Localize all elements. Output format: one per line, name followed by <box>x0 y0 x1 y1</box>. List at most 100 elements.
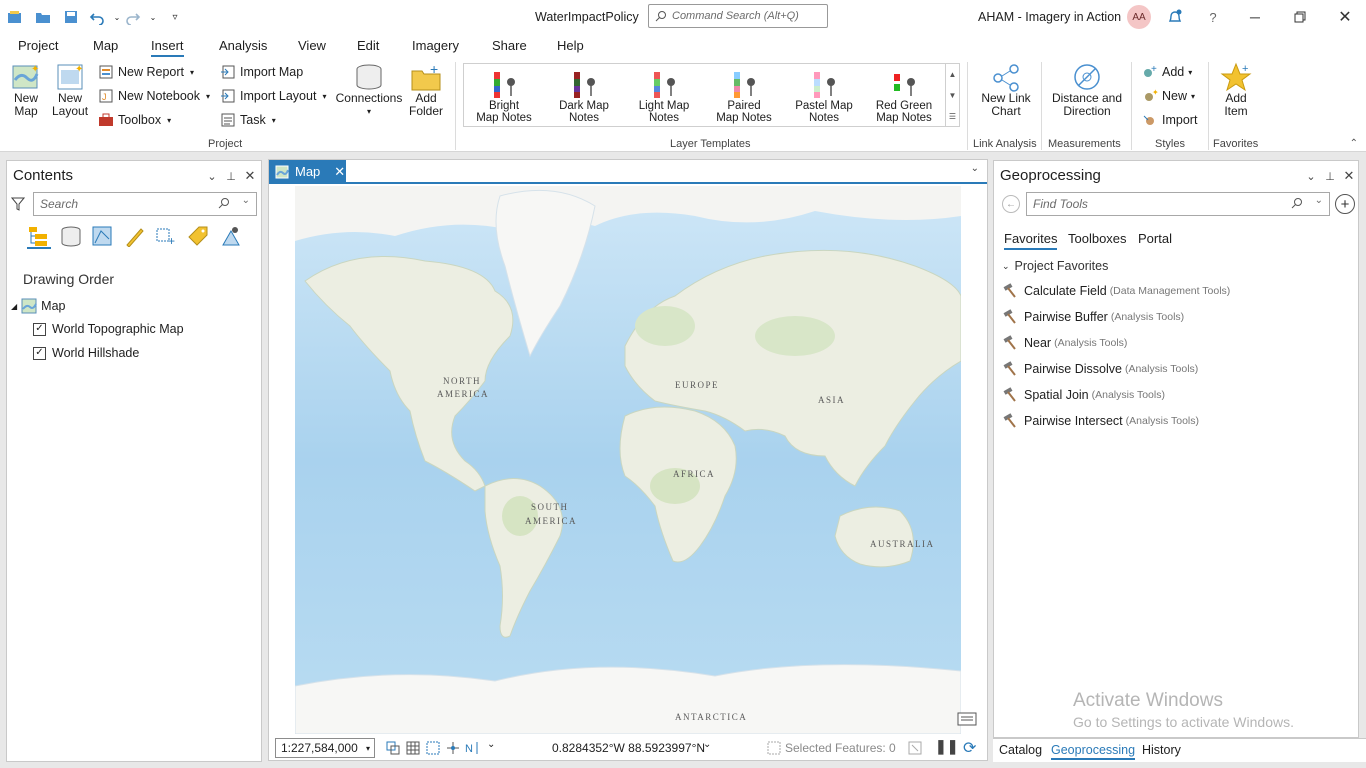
fixed-zoom-icon[interactable] <box>385 740 401 759</box>
chevron-down-icon[interactable]: ⌄ <box>1315 195 1323 206</box>
add-toolbox-icon[interactable]: + <box>1335 194 1355 214</box>
refresh-icon[interactable]: ⟳ <box>963 738 976 758</box>
import-style-button[interactable]: Import <box>1142 112 1197 128</box>
tab-share[interactable]: Share <box>492 38 527 53</box>
collapse-arrow-icon[interactable]: ◢ <box>11 302 17 311</box>
import-layout-button[interactable]: Import Layout ▾ <box>220 88 326 104</box>
close-window-icon[interactable]: ✕ <box>1336 8 1354 26</box>
task-button[interactable]: Task ▾ <box>220 112 276 128</box>
tab-edit[interactable]: Edit <box>357 38 379 53</box>
pastel-map-notes-button[interactable]: Pastel Map Notes <box>786 70 862 124</box>
new-layout-button[interactable]: ✦ New Layout <box>48 62 92 118</box>
customize-toolbar-icon[interactable]: ▿ <box>166 8 184 26</box>
close-tab-icon[interactable]: ✕ <box>334 164 345 180</box>
restore-icon[interactable] <box>1291 8 1309 26</box>
filter-icon[interactable] <box>10 197 26 211</box>
tab-catalog[interactable]: Catalog <box>999 743 1042 757</box>
coordinate-format-dropdown[interactable]: ⌄ <box>703 739 711 750</box>
find-tools-input[interactable]: Find Tools ⌄ <box>1026 192 1330 216</box>
list-by-editing-icon[interactable] <box>123 225 147 250</box>
pause-drawing-icon[interactable]: ❚❚ <box>935 738 958 755</box>
map-tree-node[interactable]: ◢ Map <box>11 298 65 314</box>
new-map-button[interactable]: ✦ New Map <box>8 62 44 118</box>
layer-visibility-checkbox[interactable]: ✓ <box>33 322 46 336</box>
new-style-button[interactable]: ✦ New ▾ <box>1142 88 1195 104</box>
tab-map[interactable]: Map <box>93 38 118 53</box>
tool-pairwise-intersect[interactable]: Pairwise Intersect (Analysis Tools) <box>1002 413 1199 429</box>
new-notebook-button[interactable]: J New Notebook ▾ <box>98 88 210 104</box>
paired-map-notes-button[interactable]: Paired Map Notes <box>706 70 782 124</box>
pin-icon[interactable]: ⊥ <box>224 169 238 183</box>
tab-toolboxes[interactable]: Toolboxes <box>1068 231 1127 246</box>
notification-bell-icon[interactable] <box>1166 8 1184 26</box>
tool-calculate-field[interactable]: Calculate Field (Data Management Tools) <box>1002 283 1230 299</box>
list-by-source-icon[interactable] <box>59 225 83 250</box>
chevron-down-icon[interactable]: ⌄ <box>487 739 495 750</box>
table-of-selection-icon[interactable] <box>907 740 923 759</box>
tab-insert[interactable]: Insert <box>151 38 184 57</box>
tool-spatial-join[interactable]: Spatial Join (Analysis Tools) <box>1002 387 1165 403</box>
minimize-icon[interactable]: ─ <box>1246 8 1264 26</box>
new-project-icon[interactable] <box>6 8 24 26</box>
list-by-snapping-icon[interactable]: + <box>155 225 179 250</box>
pane-options-icon[interactable]: ⌄ <box>205 169 219 183</box>
pin-icon[interactable]: ⊥ <box>1323 169 1337 183</box>
chevron-down-icon[interactable]: ⌄ <box>971 163 979 174</box>
grid-icon[interactable] <box>405 740 421 759</box>
redo-icon[interactable] <box>124 8 142 26</box>
north-arrow-icon[interactable]: N <box>465 740 481 759</box>
command-search-input[interactable]: Command Search (Alt+Q) <box>648 4 828 28</box>
tab-view[interactable]: View <box>298 38 326 53</box>
list-by-selection-icon[interactable] <box>91 225 115 250</box>
layer-world-hillshade[interactable]: ✓ World Hillshade <box>33 346 139 360</box>
connections-button[interactable]: Connections ▾ <box>334 62 404 118</box>
layer-world-topographic[interactable]: ✓ World Topographic Map <box>33 322 184 336</box>
tab-help[interactable]: Help <box>557 38 584 53</box>
gallery-scroll-down[interactable]: ▼ <box>945 85 959 106</box>
dark-map-notes-button[interactable]: Dark Map Notes <box>546 70 622 124</box>
tab-imagery[interactable]: Imagery <box>412 38 459 53</box>
list-by-perspective-icon[interactable] <box>219 225 243 250</box>
undo-icon[interactable] <box>88 8 106 26</box>
bright-map-notes-button[interactable]: Bright Map Notes <box>466 70 542 124</box>
close-pane-icon[interactable]: ✕ <box>1342 168 1356 183</box>
add-folder-button[interactable]: + Add Folder <box>406 62 446 118</box>
gallery-expand[interactable]: ☰ <box>945 106 959 127</box>
map-view-tab[interactable]: Map ✕ <box>269 160 346 183</box>
selected-features-indicator[interactable]: Selected Features: 0 <box>767 741 896 755</box>
collapse-ribbon-icon[interactable]: ⌃ <box>1350 138 1358 149</box>
tool-pairwise-dissolve[interactable]: Pairwise Dissolve (Analysis Tools) <box>1002 361 1198 377</box>
map-notes-icon[interactable] <box>957 710 979 728</box>
chevron-down-icon[interactable]: ⌄ <box>242 195 250 206</box>
tab-project[interactable]: Project <box>18 38 58 53</box>
pane-options-icon[interactable]: ⌄ <box>1304 169 1318 183</box>
add-style-button[interactable]: + Add ▾ <box>1142 64 1192 80</box>
redo-dropdown-icon[interactable]: ⌄ <box>144 8 162 26</box>
save-project-icon[interactable] <box>62 8 80 26</box>
back-arrow-icon[interactable]: ← <box>1002 195 1020 213</box>
new-report-button[interactable]: New Report ▾ <box>98 64 194 80</box>
project-favorites-section[interactable]: ⌄ Project Favorites <box>1002 259 1108 273</box>
red-green-map-notes-button[interactable]: Red Green Map Notes <box>866 70 942 124</box>
tool-near[interactable]: Near (Analysis Tools) <box>1002 335 1127 351</box>
snapping-icon[interactable] <box>445 740 461 759</box>
list-by-drawing-order-icon[interactable] <box>27 225 51 249</box>
map-canvas[interactable]: NORTH AMERICA SOUTH AMERICA EUROPE ASIA … <box>295 186 961 734</box>
open-project-icon[interactable] <box>34 8 52 26</box>
help-icon[interactable]: ? <box>1204 8 1222 26</box>
map-scale-dropdown[interactable]: 1:227,584,000 ▾ <box>275 738 375 758</box>
tab-analysis[interactable]: Analysis <box>219 38 267 53</box>
contents-search-input[interactable]: Search ⌄ <box>33 192 257 216</box>
import-map-button[interactable]: Import Map <box>220 64 303 80</box>
tab-favorites[interactable]: Favorites <box>1004 231 1058 250</box>
close-pane-icon[interactable]: ✕ <box>243 168 257 183</box>
new-link-chart-button[interactable]: New Link Chart <box>974 62 1038 118</box>
avatar[interactable]: AA <box>1127 5 1151 29</box>
layer-visibility-checkbox[interactable]: ✓ <box>33 346 46 360</box>
add-item-button[interactable]: + Add Item <box>1216 62 1256 118</box>
list-by-labeling-icon[interactable] <box>187 225 211 250</box>
distance-direction-button[interactable]: Distance and Direction <box>1048 62 1126 118</box>
toolbox-button[interactable]: Toolbox ▾ <box>98 112 171 128</box>
tab-portal[interactable]: Portal <box>1138 231 1172 246</box>
gallery-scroll-up[interactable]: ▲ <box>945 64 959 85</box>
